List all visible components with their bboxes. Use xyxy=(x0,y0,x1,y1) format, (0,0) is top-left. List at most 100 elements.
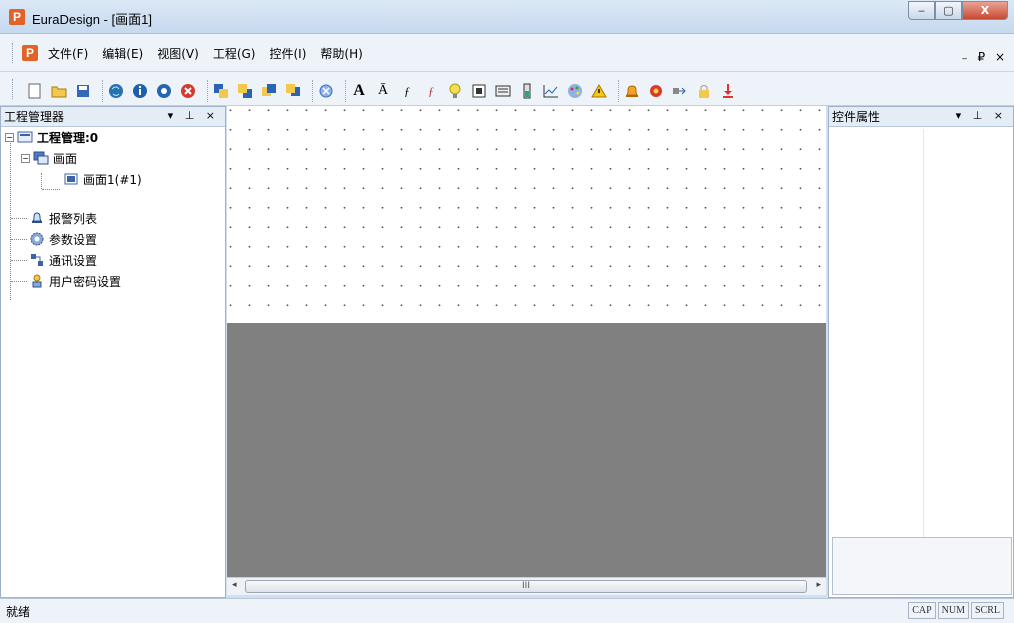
stop-icon[interactable] xyxy=(179,82,197,100)
params-gear-icon xyxy=(29,231,45,247)
close-icon: X xyxy=(980,4,990,17)
tree-item-alarm-list[interactable]: 报警列表 xyxy=(29,208,97,228)
tree-connector xyxy=(10,143,11,300)
status-text: 就绪 xyxy=(6,605,31,619)
menu-controls[interactable]: 控件(I) xyxy=(269,45,306,62)
tree-connector xyxy=(11,281,27,282)
trend-icon[interactable] xyxy=(542,82,560,100)
status-bar: 就绪 CAP NUM SCRL xyxy=(0,598,1014,623)
front-icon[interactable] xyxy=(212,82,230,100)
toolbar-separator xyxy=(102,80,103,102)
properties-panel-title: 控件属性 xyxy=(832,110,881,124)
tree-root-label: 工程管理:0 xyxy=(37,130,99,145)
download-icon[interactable] xyxy=(719,82,737,100)
menu-project[interactable]: 工程(G) xyxy=(213,45,256,62)
tree-item-params-label: 参数设置 xyxy=(49,232,98,247)
project-manager-panel: 工程管理器 ▾ ⊥ × − 工程管理:0 − 画面 画面1(#1) 报警列表 参… xyxy=(0,106,226,598)
toolbar-group-file: A Ā ƒ ƒ xyxy=(26,80,743,102)
maximize-button[interactable]: ▢ xyxy=(935,1,962,20)
close-button[interactable]: X xyxy=(962,1,1008,20)
tree-item-comm-label: 通讯设置 xyxy=(49,253,98,268)
toolbar-separator xyxy=(345,80,346,102)
tree-item-password[interactable]: 用户密码设置 xyxy=(29,271,121,291)
tree-connector xyxy=(42,189,60,190)
project-icon xyxy=(17,129,33,145)
scroll-left-icon[interactable]: ◂ xyxy=(232,580,237,590)
num-indicator: NUM xyxy=(937,602,969,619)
caps-indicator: CAP xyxy=(908,602,936,619)
properties-panel-controls[interactable]: ▾ ⊥ × xyxy=(956,109,1007,122)
lamp-icon[interactable] xyxy=(446,82,464,100)
tree-item-screen1-label: 画面1(#1) xyxy=(83,172,142,187)
screen-icon xyxy=(63,171,79,187)
text-icon[interactable]: A xyxy=(350,82,368,100)
menu-view[interactable]: 视图(V) xyxy=(157,45,199,62)
tree-node-screens[interactable]: − 画面 xyxy=(21,148,77,168)
status-indicators: CAP NUM SCRL xyxy=(906,602,1004,619)
tree-item-comm[interactable]: 通讯设置 xyxy=(29,250,97,270)
scroll-thumb[interactable]: III xyxy=(245,580,807,593)
bell-icon[interactable] xyxy=(623,82,641,100)
toolbar-grip[interactable] xyxy=(12,79,15,99)
tree-root[interactable]: − 工程管理:0 xyxy=(5,127,98,147)
target-icon[interactable] xyxy=(317,82,335,100)
gear-icon[interactable] xyxy=(647,82,665,100)
minimize-icon: ‒ xyxy=(918,4,925,17)
window-title: EuraDesign - [画面1] xyxy=(32,12,152,27)
multi-text-icon[interactable]: Ā xyxy=(374,82,392,100)
collapse-icon[interactable]: − xyxy=(5,132,14,142)
properties-grid-divider[interactable] xyxy=(923,129,924,539)
transfer-icon[interactable] xyxy=(671,82,689,100)
menu-file[interactable]: 文件(F) xyxy=(48,45,88,62)
toolbar-separator xyxy=(207,80,208,102)
toolbar: A Ā ƒ ƒ xyxy=(0,72,1014,106)
mdi-window-controls[interactable]: ₋ ₽ × xyxy=(961,50,1008,64)
design-surface[interactable] xyxy=(227,106,826,323)
alarm-bell-icon xyxy=(29,210,45,226)
keypad-icon[interactable] xyxy=(494,82,512,100)
menu-grip[interactable] xyxy=(12,43,15,63)
minimize-button[interactable]: ‒ xyxy=(908,1,935,20)
tree-node-screens-label: 画面 xyxy=(53,151,78,166)
user-lock-icon xyxy=(29,273,45,289)
tree-connector xyxy=(11,218,27,219)
screens-icon xyxy=(33,150,49,166)
canvas-area[interactable] xyxy=(227,106,826,577)
menu-help[interactable]: 帮助(H) xyxy=(320,45,362,62)
save-icon[interactable] xyxy=(74,82,92,100)
maximize-icon: ▢ xyxy=(943,4,954,17)
properties-description-box xyxy=(832,537,1012,595)
meter-icon[interactable] xyxy=(518,82,536,100)
window-controls: ‒ ▢ X xyxy=(908,1,1008,20)
tree-connector xyxy=(11,239,27,240)
open-folder-icon[interactable] xyxy=(50,82,68,100)
title-bar: P EuraDesign - [画面1] ‒ ▢ X xyxy=(0,0,1014,34)
scroll-right-icon[interactable]: ▸ xyxy=(816,580,821,590)
record-icon[interactable] xyxy=(155,82,173,100)
warning-icon[interactable] xyxy=(590,82,608,100)
lock-icon[interactable] xyxy=(695,82,713,100)
project-panel-title: 工程管理器 xyxy=(4,110,65,124)
forward-icon[interactable] xyxy=(260,82,278,100)
palette-icon[interactable] xyxy=(566,82,584,100)
app-logo-icon: P xyxy=(9,9,25,25)
button-icon[interactable] xyxy=(470,82,488,100)
menu-edit[interactable]: 编辑(E) xyxy=(102,45,143,62)
scroll-indicator: SCRL xyxy=(970,602,1004,619)
collapse-icon[interactable]: − xyxy=(21,153,30,163)
menu-logo-icon[interactable]: P xyxy=(22,45,38,61)
project-panel-controls[interactable]: ▾ ⊥ × xyxy=(168,109,219,122)
numeric-icon[interactable]: ƒ xyxy=(398,82,416,100)
formula-icon[interactable]: ƒ xyxy=(422,82,440,100)
properties-panel-header: 控件属性 ▾ ⊥ × xyxy=(829,107,1013,127)
new-file-icon[interactable] xyxy=(26,82,44,100)
horizontal-scrollbar[interactable]: ◂ III ▸ xyxy=(227,577,826,595)
tree-connector xyxy=(11,260,27,261)
globe-icon[interactable] xyxy=(107,82,125,100)
back-icon[interactable] xyxy=(236,82,254,100)
tree-item-screen1[interactable]: 画面1(#1) xyxy=(63,169,142,189)
tree-connector xyxy=(41,173,42,189)
backward-icon[interactable] xyxy=(284,82,302,100)
info-icon[interactable] xyxy=(131,82,149,100)
tree-item-params[interactable]: 参数设置 xyxy=(29,229,97,249)
